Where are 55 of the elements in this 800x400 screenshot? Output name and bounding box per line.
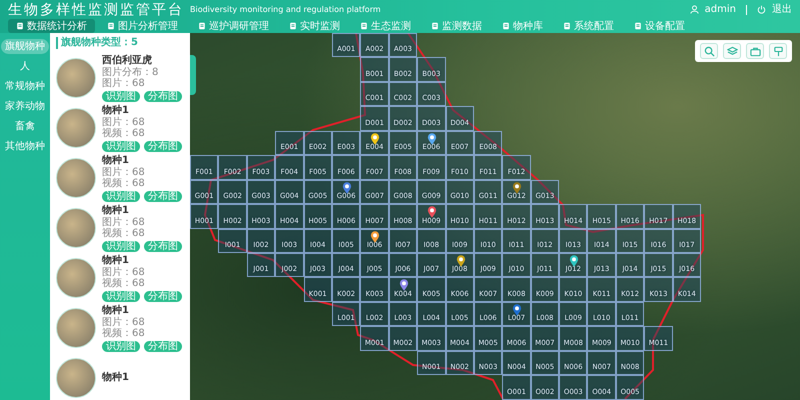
- species-stat: 图片：68: [102, 116, 146, 128]
- panel-heading: 旗舰物种类型：5: [56, 37, 184, 49]
- photo-placeholder: [56, 208, 96, 248]
- map-pin[interactable]: [370, 230, 380, 242]
- species-stat: 视频：68: [102, 128, 146, 138]
- species-stat: 视频：68: [102, 278, 146, 288]
- species-stat: 图片：68: [102, 266, 146, 278]
- document-icon: [198, 22, 206, 30]
- app-title: 生物多样性监测监管平台: [8, 0, 184, 18]
- species-stat: 图片：68: [102, 216, 146, 228]
- map-pin[interactable]: [569, 254, 580, 267]
- species-stat: 视频：68: [102, 328, 146, 338]
- map-pin[interactable]: [512, 304, 522, 316]
- document-icon: [634, 22, 642, 30]
- species-stat: 图片：68: [102, 78, 146, 88]
- toolbox-icon: [750, 46, 760, 56]
- species-name: 物种1: [102, 204, 130, 216]
- document-icon: [563, 22, 571, 30]
- photo-placeholder: [56, 308, 96, 348]
- map-pin[interactable]: [512, 182, 522, 194]
- species-stat: 图片分布：8: [102, 66, 160, 78]
- collapse-handle[interactable]: [190, 55, 196, 95]
- layers-icon: [726, 46, 738, 56]
- map-pin[interactable]: [427, 132, 438, 145]
- species-stat: 图片：68: [102, 316, 146, 328]
- map-pin[interactable]: [456, 254, 466, 267]
- photo-placeholder: [56, 158, 96, 198]
- map-pin[interactable]: [398, 279, 409, 292]
- search-icon: [704, 46, 714, 56]
- photo-placeholder: [56, 58, 96, 98]
- user-icon: [690, 5, 699, 14]
- document-icon: [502, 22, 510, 30]
- document-icon: [289, 22, 297, 30]
- species-stat: 视频：68: [102, 178, 146, 188]
- document-icon: [107, 22, 115, 30]
- photo-placeholder: [56, 108, 96, 148]
- map-pin[interactable]: [370, 132, 380, 145]
- species-name: 物种1: [102, 304, 130, 316]
- species-name: 物种1: [102, 254, 130, 266]
- document-icon: [360, 22, 368, 30]
- photo-placeholder: [56, 258, 96, 298]
- species-name: 物种1: [102, 104, 130, 116]
- nav-tab[interactable]: 数据统计分析: [8, 19, 95, 33]
- species-name: 物种1: [102, 372, 129, 384]
- map-pin[interactable]: [427, 206, 438, 218]
- species-name: 物种1: [102, 154, 130, 166]
- map-pin[interactable]: [342, 182, 352, 194]
- document-icon: [431, 22, 439, 30]
- photo-placeholder: [56, 358, 96, 398]
- signpost-icon: [772, 46, 784, 56]
- species-stat: 图片：68: [102, 166, 146, 178]
- app-subtitle: Biodiversity monitoring and regulation platform: [190, 4, 381, 14]
- species-name: 西伯利亚虎: [102, 54, 153, 66]
- document-icon: [16, 22, 24, 30]
- species-stat: 视频：68: [102, 228, 146, 238]
